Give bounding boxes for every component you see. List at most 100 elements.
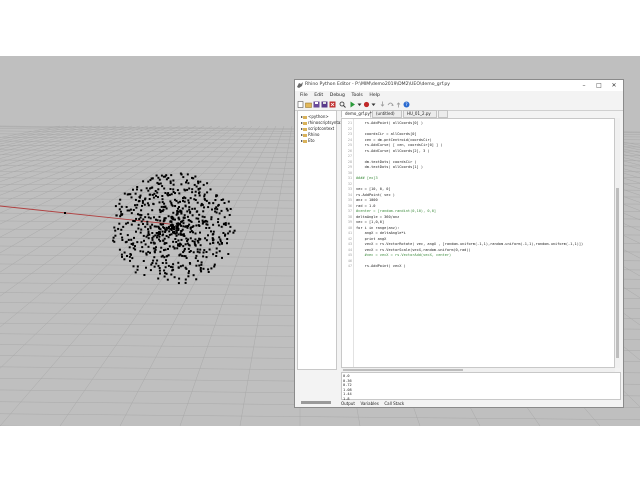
point[interactable] bbox=[155, 225, 158, 228]
point[interactable] bbox=[164, 175, 167, 178]
point[interactable] bbox=[180, 230, 183, 233]
point[interactable] bbox=[210, 218, 213, 221]
point[interactable] bbox=[169, 182, 172, 185]
point[interactable] bbox=[172, 188, 175, 191]
point[interactable] bbox=[162, 226, 165, 229]
point[interactable] bbox=[170, 224, 173, 227]
point[interactable] bbox=[167, 177, 170, 179]
code-line[interactable]: coordsCir = allCoords[0] bbox=[356, 132, 417, 136]
point[interactable] bbox=[142, 250, 145, 253]
point[interactable] bbox=[215, 247, 218, 250]
point[interactable] bbox=[120, 213, 123, 216]
point[interactable] bbox=[167, 215, 170, 218]
point[interactable] bbox=[228, 230, 231, 233]
point[interactable] bbox=[175, 227, 178, 230]
point[interactable] bbox=[187, 182, 190, 185]
point[interactable] bbox=[223, 222, 226, 225]
point[interactable] bbox=[167, 192, 170, 195]
point[interactable] bbox=[149, 179, 152, 182]
point[interactable] bbox=[135, 230, 137, 233]
point[interactable] bbox=[170, 233, 173, 236]
point[interactable] bbox=[206, 191, 209, 194]
code-line[interactable]: rs.AddPoint( vecX ) bbox=[356, 264, 406, 268]
tree-item-python[interactable]: ▸ <python> bbox=[301, 114, 329, 119]
point[interactable] bbox=[173, 247, 176, 250]
point[interactable] bbox=[157, 176, 160, 179]
point[interactable] bbox=[139, 216, 142, 219]
point[interactable] bbox=[125, 206, 128, 208]
point[interactable] bbox=[134, 271, 137, 274]
save-icon[interactable] bbox=[313, 101, 320, 108]
code-line[interactable]: #center = [random.randint(0,10), 0,0] bbox=[356, 209, 436, 213]
point[interactable] bbox=[158, 201, 161, 204]
open-folder-icon[interactable] bbox=[305, 101, 312, 108]
menu-file[interactable]: File bbox=[300, 91, 308, 100]
menu-edit[interactable]: Edit bbox=[314, 91, 323, 100]
step-into-icon[interactable] bbox=[379, 101, 386, 108]
point[interactable] bbox=[153, 265, 156, 268]
point-cloud[interactable] bbox=[64, 172, 236, 285]
point[interactable] bbox=[199, 267, 202, 269]
point[interactable] bbox=[232, 231, 235, 234]
point[interactable] bbox=[130, 223, 133, 226]
point[interactable] bbox=[164, 217, 167, 220]
point[interactable] bbox=[182, 234, 185, 237]
point[interactable] bbox=[184, 281, 187, 284]
point[interactable] bbox=[142, 223, 144, 225]
tab-untitled[interactable]: (untitled) bbox=[372, 110, 402, 118]
code-line[interactable]: dm.textDots( coordsCir ) bbox=[356, 160, 417, 164]
point[interactable] bbox=[136, 203, 139, 206]
point[interactable] bbox=[201, 215, 204, 218]
point[interactable] bbox=[172, 211, 175, 214]
point[interactable] bbox=[169, 200, 172, 203]
point[interactable] bbox=[129, 259, 131, 262]
point[interactable] bbox=[147, 180, 150, 183]
point[interactable] bbox=[182, 176, 185, 179]
point[interactable] bbox=[140, 241, 143, 244]
point[interactable] bbox=[130, 196, 133, 199]
point[interactable] bbox=[112, 236, 115, 239]
point[interactable] bbox=[120, 228, 123, 231]
point[interactable] bbox=[131, 257, 134, 260]
point[interactable] bbox=[212, 241, 215, 244]
point[interactable] bbox=[189, 197, 192, 200]
point[interactable] bbox=[64, 212, 66, 214]
point[interactable] bbox=[132, 242, 135, 245]
code-line[interactable]: print angX bbox=[356, 237, 387, 241]
point[interactable] bbox=[151, 232, 154, 234]
point[interactable] bbox=[207, 268, 210, 271]
point[interactable] bbox=[167, 236, 170, 239]
point[interactable] bbox=[178, 218, 181, 221]
point[interactable] bbox=[153, 192, 156, 195]
point[interactable] bbox=[195, 254, 198, 257]
point[interactable] bbox=[156, 191, 159, 194]
save-all-icon[interactable] bbox=[321, 101, 328, 108]
point[interactable] bbox=[157, 225, 160, 228]
point[interactable] bbox=[139, 250, 142, 253]
point[interactable] bbox=[222, 198, 225, 201]
point[interactable] bbox=[179, 223, 182, 226]
point[interactable] bbox=[168, 225, 170, 228]
point[interactable] bbox=[194, 190, 197, 193]
tree-item-rhino[interactable]: ▸ Rhino bbox=[301, 132, 319, 137]
point[interactable] bbox=[177, 261, 180, 264]
stop-icon[interactable] bbox=[370, 101, 377, 108]
point[interactable] bbox=[119, 232, 122, 235]
point[interactable] bbox=[128, 246, 131, 249]
point[interactable] bbox=[150, 263, 153, 266]
code-line[interactable]: rs.AddPoint( allCoords[0] ) bbox=[356, 121, 423, 125]
point[interactable] bbox=[170, 193, 173, 196]
point[interactable] bbox=[157, 182, 160, 185]
point[interactable] bbox=[132, 188, 134, 191]
point[interactable] bbox=[160, 205, 163, 208]
help-icon[interactable]: ? bbox=[403, 101, 410, 108]
point[interactable] bbox=[198, 194, 201, 197]
point[interactable] bbox=[118, 222, 121, 225]
point[interactable] bbox=[158, 227, 161, 230]
point[interactable] bbox=[203, 249, 206, 252]
point[interactable] bbox=[184, 243, 187, 246]
point[interactable] bbox=[157, 277, 160, 280]
point[interactable] bbox=[113, 240, 116, 243]
point[interactable] bbox=[194, 194, 197, 197]
point[interactable] bbox=[229, 225, 232, 228]
